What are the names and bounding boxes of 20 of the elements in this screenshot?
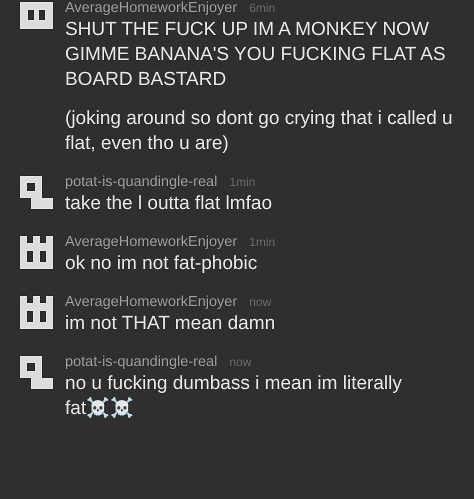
comment-text: SHUT THE FUCK UP IM A MONKEY NOW GIMME BANANA'S YOU FUCKING FLAT AS BOARD BASTARD xyxy=(65,18,447,92)
comment-text: no u fucking dumbass i mean im literally fat☠☠ xyxy=(65,372,403,421)
timestamp: now xyxy=(249,294,272,311)
comment-text: (joking around so dont go crying that i called u flat, even tho u are) xyxy=(65,107,454,156)
timestamp: 1min xyxy=(229,174,256,191)
username[interactable]: AverageHomeworkEnjoyer xyxy=(65,294,238,311)
comment-text: take the l outta flat lmfao xyxy=(65,192,274,216)
timestamp: 1min xyxy=(249,234,276,251)
avatar-icon xyxy=(20,296,53,329)
avatar-icon xyxy=(20,236,53,269)
avatar-icon xyxy=(20,356,53,389)
timestamp: now xyxy=(229,354,252,371)
comment-text: ok no im not fat-phobic xyxy=(65,252,258,276)
username[interactable]: potat-is-quandingle-real xyxy=(65,174,218,191)
username[interactable]: AverageHomeworkEnjoyer xyxy=(65,234,238,251)
comment-text: im not THAT mean damn xyxy=(65,312,276,336)
username[interactable]: potat-is-quandingle-real xyxy=(65,354,218,371)
username[interactable]: AverageHomeworkEnjoyer xyxy=(65,0,238,17)
timestamp: 6min xyxy=(249,0,276,17)
avatar-icon xyxy=(20,176,53,209)
